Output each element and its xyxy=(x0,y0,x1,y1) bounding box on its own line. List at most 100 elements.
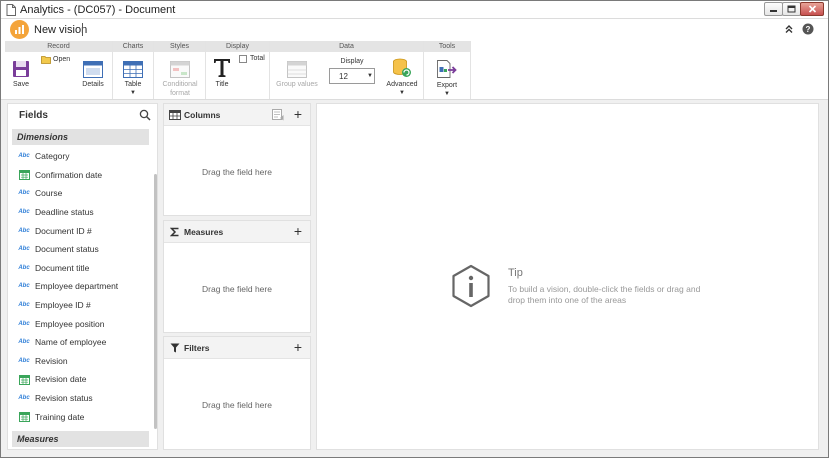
filter-icon xyxy=(169,342,181,354)
title-button[interactable]: Title xyxy=(211,58,233,89)
field-item-label: Course xyxy=(35,188,63,199)
field-item[interactable]: Abc Document ID # xyxy=(12,221,152,240)
advanced-dropdown-icon: ▼ xyxy=(399,90,405,96)
vision-title[interactable]: New vision xyxy=(34,24,87,36)
charts-group-title: Charts xyxy=(113,41,153,52)
field-item-label: Category xyxy=(35,151,70,162)
fields-list: Abc Category Confirmation date Abc Course Abc… xyxy=(12,147,152,426)
details-button[interactable]: Details xyxy=(81,61,105,89)
export-dropdown-icon: ▼ xyxy=(444,91,450,97)
table-dropdown-icon: ▼ xyxy=(130,90,136,96)
double-chevron-up-icon xyxy=(785,25,793,33)
field-item[interactable]: Abc Document title xyxy=(12,259,152,278)
ribbon: Record Save Open Details Charts Table ▼ … xyxy=(1,41,828,100)
open-button[interactable]: Open xyxy=(41,55,70,64)
field-item[interactable]: Abc Name of employee xyxy=(12,333,152,352)
measures-title: Measures xyxy=(184,227,224,237)
field-item[interactable]: Abc Employee department xyxy=(12,277,152,296)
fields-scrollbar[interactable] xyxy=(154,174,157,429)
collapse-ribbon-button[interactable] xyxy=(782,22,796,36)
field-item[interactable]: Abc Document status xyxy=(12,240,152,259)
table-button[interactable]: Table ▼ xyxy=(121,61,145,96)
details-icon xyxy=(83,61,103,78)
field-item[interactable]: Abc Revision xyxy=(12,352,152,371)
filters-drop-area[interactable]: Filters + Drag the field here xyxy=(163,336,311,450)
field-item-label: Revision date xyxy=(35,374,87,385)
field-item-label: Deadline status xyxy=(35,207,94,218)
field-item[interactable]: Abc Employee ID # xyxy=(12,296,152,315)
search-icon[interactable] xyxy=(139,109,151,121)
display-count-value: 12 xyxy=(339,72,348,81)
add-measure-button[interactable]: + xyxy=(291,224,305,238)
text-field-icon: Abc xyxy=(18,209,30,216)
date-field-icon xyxy=(18,374,30,385)
window-title: Analytics - (DC057) - Document xyxy=(20,4,176,16)
fields-panel: Fields Dimensions Abc Category Confirmatio… xyxy=(7,103,158,450)
field-item[interactable]: Abc Course xyxy=(12,184,152,203)
record-group: Record Save Open Details xyxy=(5,41,113,99)
text-field-icon: Abc xyxy=(18,246,30,253)
column-settings-icon[interactable] xyxy=(272,109,284,121)
total-checkbox[interactable]: Total xyxy=(239,54,265,63)
columns-drop-area[interactable]: Columns + Drag the field here xyxy=(163,103,311,216)
dimensions-section-header[interactable]: Dimensions xyxy=(12,129,149,145)
field-item[interactable]: Confirmation date xyxy=(12,166,152,185)
field-item-label: Confirmation date xyxy=(35,169,103,180)
details-label: Details xyxy=(82,81,104,88)
title-label: Title xyxy=(215,81,229,88)
export-button[interactable]: Export ▼ xyxy=(434,59,460,97)
tools-group: Tools Export ▼ xyxy=(424,41,471,99)
help-button[interactable]: ? xyxy=(801,22,815,36)
styles-group-title: Styles xyxy=(154,41,205,52)
measures-section-header[interactable]: Measures xyxy=(12,431,149,447)
field-item-label: Training date xyxy=(35,411,85,422)
field-item-label: Document status xyxy=(35,244,99,255)
field-item[interactable]: Revision date xyxy=(12,370,152,389)
field-item[interactable]: Abc Deadline status xyxy=(12,203,152,222)
date-field-icon xyxy=(18,411,30,423)
tools-group-title: Tools xyxy=(424,41,470,52)
display-count-select[interactable]: 12 ▼ xyxy=(329,68,375,84)
columns-header: Columns + xyxy=(164,104,310,126)
display-count-label: Display xyxy=(340,58,364,65)
charts-group: Charts Table ▼ xyxy=(113,41,154,99)
conditional-format-button[interactable]: Conditional format xyxy=(160,61,200,98)
text-field-icon: Abc xyxy=(18,227,30,234)
conditional-format-label: Conditional format xyxy=(162,81,198,97)
maximize-icon xyxy=(787,5,796,13)
svg-text:?: ? xyxy=(806,25,811,34)
vision-canvas[interactable]: Tip To build a vision, double-click the … xyxy=(316,103,819,450)
field-item-label: Revision status xyxy=(35,393,93,404)
text-field-icon: Abc xyxy=(18,190,30,197)
columns-grid-icon xyxy=(169,109,181,121)
data-group: Data Group values Display 12 ▼ Advanced … xyxy=(270,41,424,99)
maximize-button[interactable] xyxy=(782,2,801,16)
display-count-control: Display 12 ▼ xyxy=(329,57,375,84)
measures-header: Measures + xyxy=(164,221,310,243)
columns-drop-hint: Drag the field here xyxy=(202,167,272,177)
help-icon: ? xyxy=(802,23,814,35)
text-field-icon: Abc xyxy=(18,302,30,309)
total-label: Total xyxy=(250,55,265,62)
record-group-title: Record xyxy=(5,41,112,52)
advanced-button[interactable]: Advanced ▼ xyxy=(384,58,420,96)
add-column-button[interactable]: + xyxy=(291,107,305,121)
export-icon xyxy=(437,60,457,78)
field-item-label: Employee ID # xyxy=(35,300,91,311)
app-window: Analytics - (DC057) - Document New visio… xyxy=(0,0,829,458)
minimize-button[interactable] xyxy=(764,2,783,16)
vision-logo-icon xyxy=(10,20,29,39)
filters-title: Filters xyxy=(184,343,210,353)
field-item[interactable]: Abc Category xyxy=(12,147,152,166)
export-label: Export xyxy=(436,82,458,89)
measures-drop-area[interactable]: Measures + Drag the field here xyxy=(163,220,311,333)
group-values-button[interactable]: Group values xyxy=(275,61,319,89)
save-button[interactable]: Save xyxy=(9,60,33,89)
tip-title: Tip xyxy=(508,267,523,279)
field-item[interactable]: Abc Employee position xyxy=(12,314,152,333)
close-button[interactable] xyxy=(800,2,824,16)
field-item[interactable]: Abc Revision status xyxy=(12,389,152,408)
add-filter-button[interactable]: + xyxy=(291,340,305,354)
total-checkbox-box[interactable] xyxy=(239,54,247,63)
field-item[interactable]: Training date xyxy=(12,407,152,426)
